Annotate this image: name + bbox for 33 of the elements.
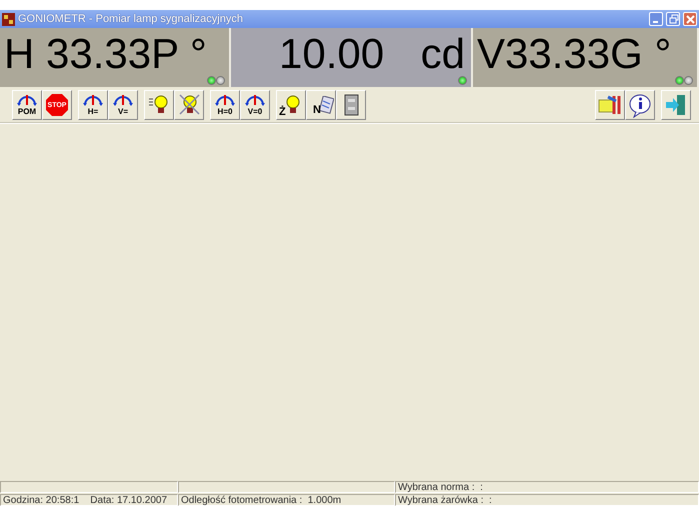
toolbar-button[interactable] (144, 90, 174, 120)
restore-icon[interactable] (666, 12, 680, 26)
toolbar-button[interactable]: Ż (276, 90, 306, 120)
toolbar-button[interactable] (174, 90, 204, 120)
status-text: Wybrana norma : : (398, 482, 483, 492)
app-icon (2, 12, 15, 26)
gauge-icon (16, 94, 38, 106)
window-title: GONIOMETR - Pomiar lamp sygnalizacyjnych (18, 13, 244, 25)
status-text: Odległość fotometrowania : 1.000m (181, 495, 342, 505)
gauge-icon (82, 94, 104, 106)
stop-sign-icon (44, 92, 70, 118)
toolbar-button[interactable]: POM (12, 90, 42, 120)
toolbar-button[interactable]: V= (108, 90, 138, 120)
toolbar-button[interactable]: N (306, 90, 336, 120)
toolbar-button[interactable]: V=0 (240, 90, 270, 120)
notes-icon (318, 96, 334, 114)
toolbar-button[interactable] (625, 90, 655, 120)
angle-reading: H 33.33P ° (3, 29, 208, 79)
info-icon (627, 92, 653, 118)
intensity-reading: 10.00 (278, 29, 384, 79)
status-text: Godzina: 20:58:1 Data: 17.10.2007 (3, 495, 168, 505)
toolbar-button[interactable] (595, 90, 625, 120)
unit-label: cd (420, 29, 465, 79)
toolbar-button[interactable]: H= (78, 90, 108, 120)
status-text: Wybrana żarówka : : (398, 495, 492, 505)
gauge-icon (214, 94, 236, 106)
close-icon[interactable] (683, 12, 697, 26)
toolbar-button[interactable] (336, 90, 366, 120)
angle-reading: V33.33G ° (476, 29, 672, 79)
gauge-icon (112, 94, 134, 106)
minimize-icon[interactable] (649, 12, 663, 26)
gauge-icon (244, 94, 266, 106)
toolbar-button[interactable]: H=0 (210, 90, 240, 120)
